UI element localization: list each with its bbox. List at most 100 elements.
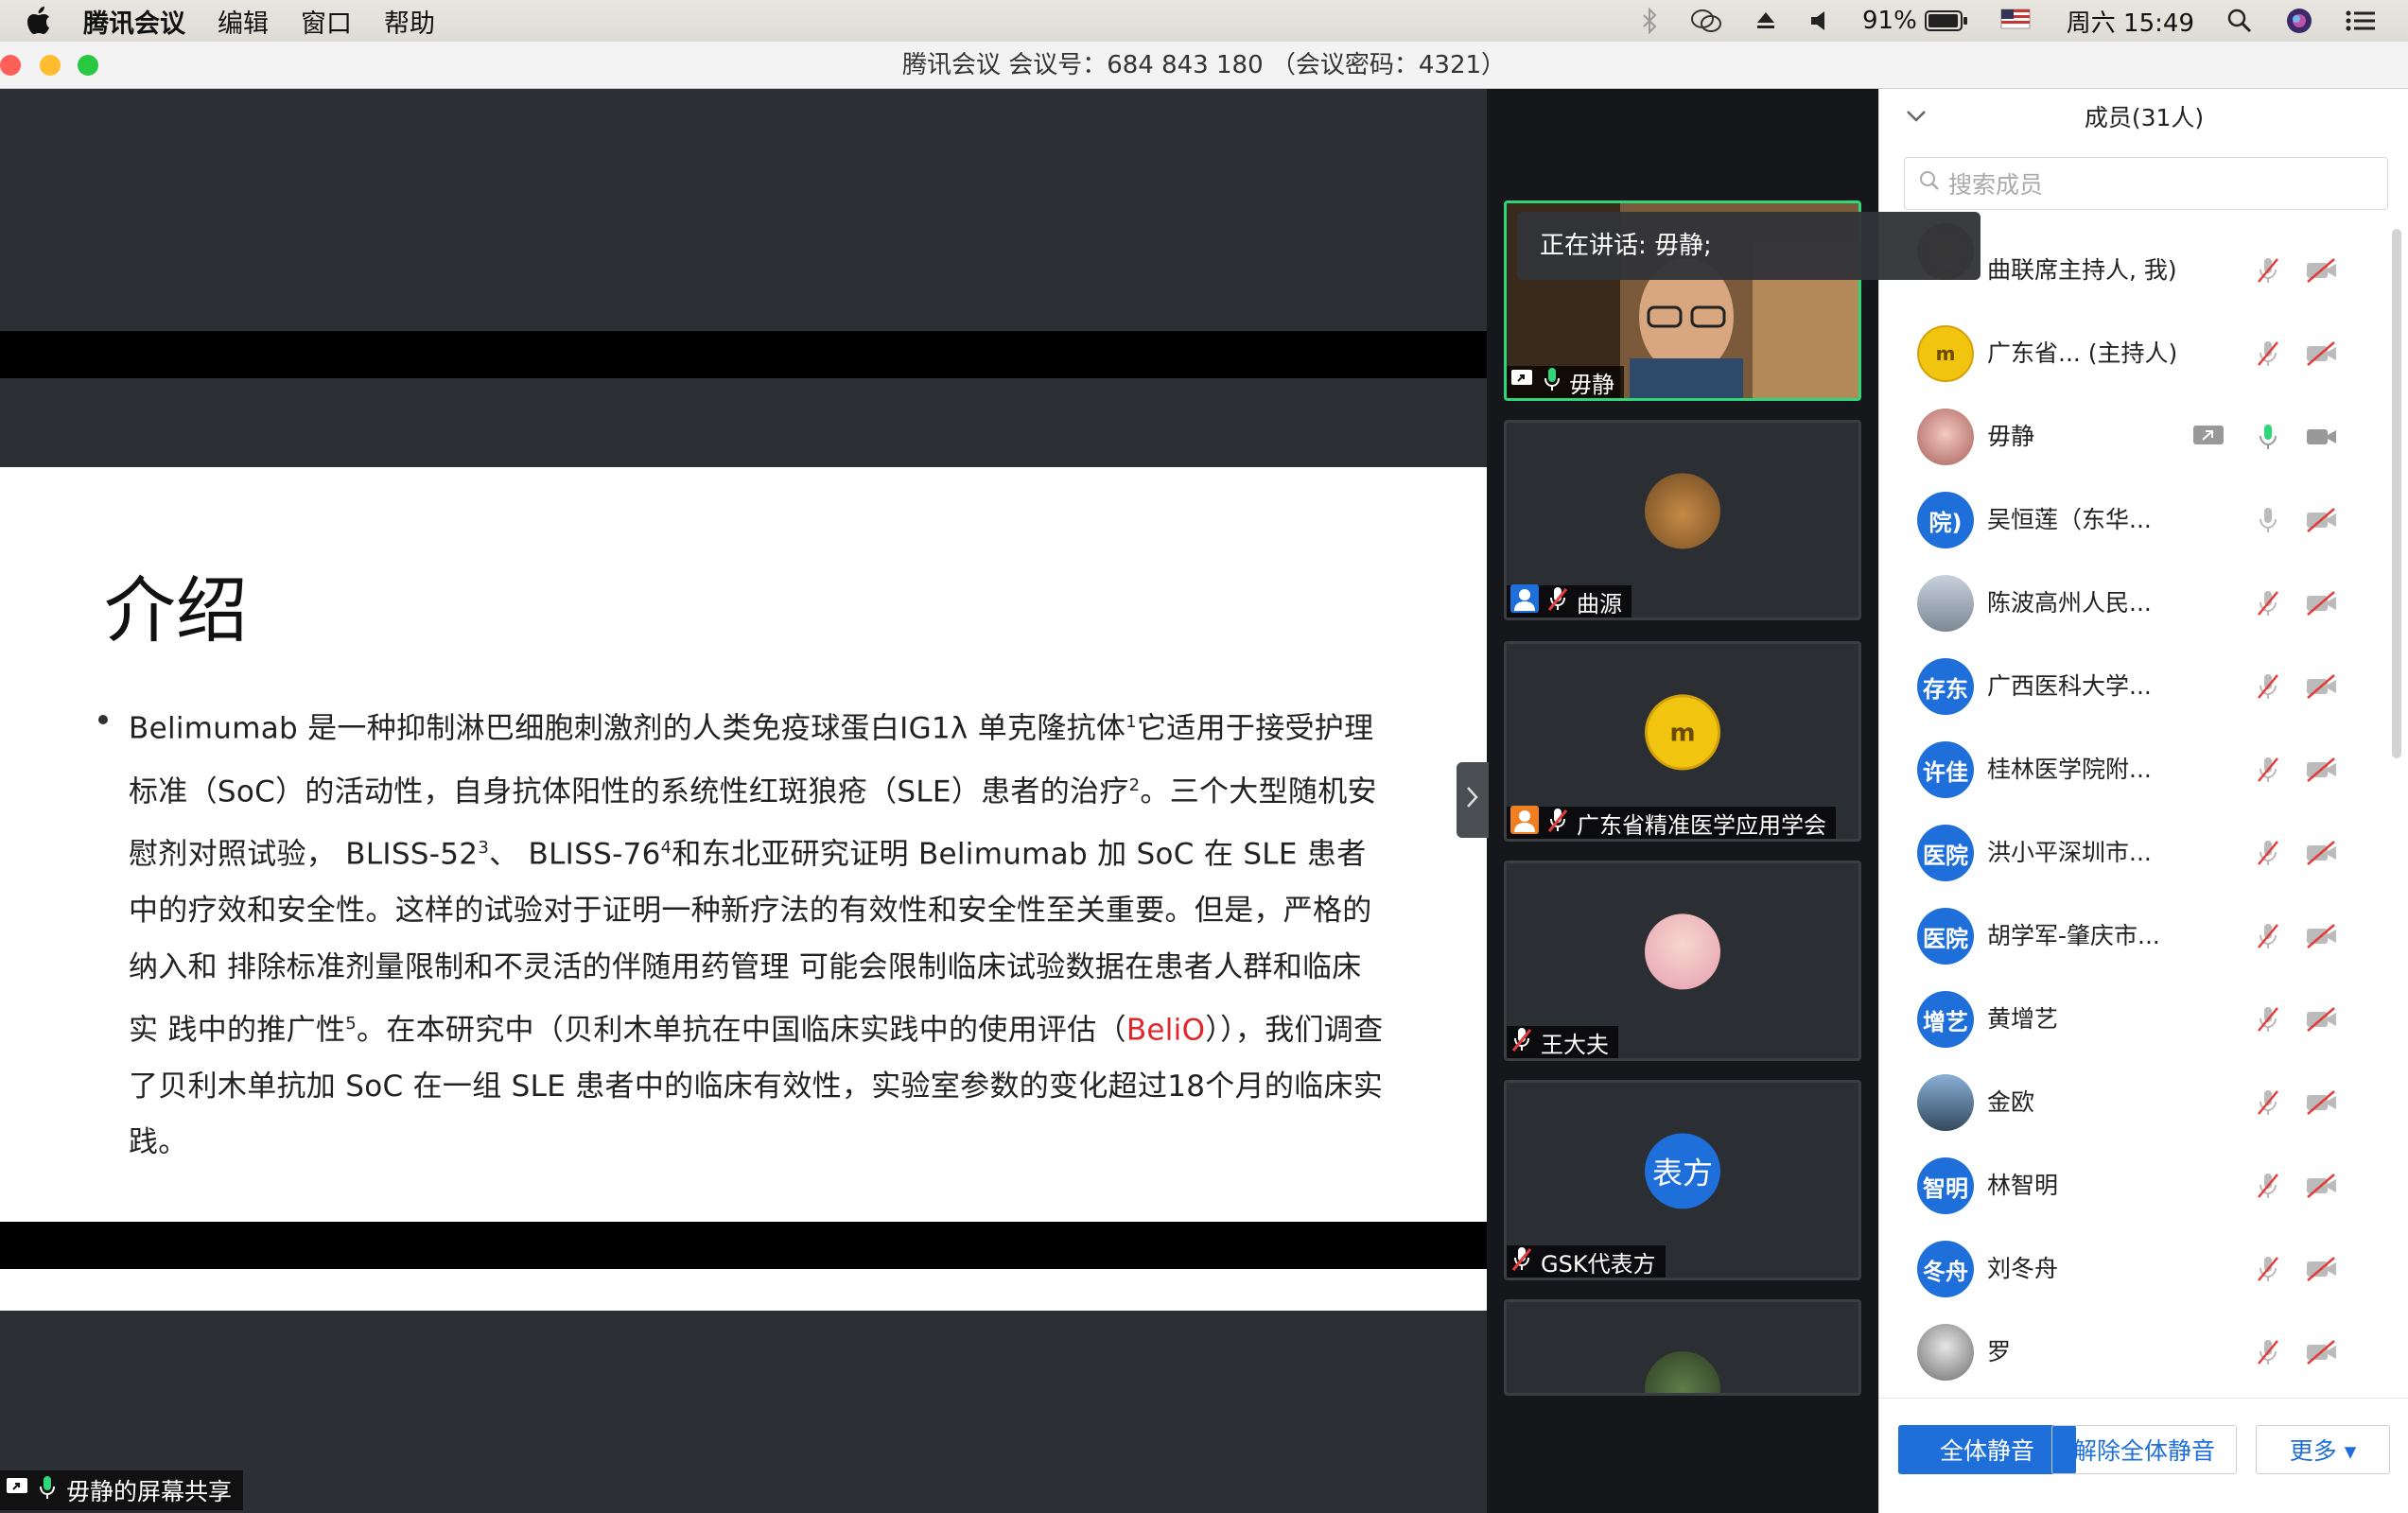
- list-item[interactable]: 毋静: [1879, 395, 2390, 478]
- list-item[interactable]: 陈波高州人民...: [1879, 562, 2390, 645]
- list-item[interactable]: 冬舟 刘冬舟: [1879, 1227, 2390, 1311]
- video-tile-participant[interactable]: m 广东省精准医学应用学会: [1504, 641, 1861, 842]
- shared-screen-area[interactable]: 介绍 Belimumab 是一种抑制淋巴细胞刺激剂的人类免疫球蛋白IG1λ 单克…: [0, 89, 1487, 1513]
- screen-share-icon: [2193, 426, 2224, 444]
- panel-title: 成员(31人): [2084, 104, 2205, 131]
- battery-percent: 91%: [1862, 7, 1917, 35]
- member-name: 曲联席主持人, 我): [1987, 256, 2177, 284]
- mic-muted-icon[interactable]: [2253, 671, 2283, 702]
- camera-off-icon[interactable]: [2305, 840, 2339, 866]
- bullet-dot: [98, 715, 108, 724]
- input-flag-icon[interactable]: [2000, 8, 2034, 34]
- member-avatar: 冬舟: [1917, 1241, 1974, 1297]
- list-item[interactable]: 院) 吴恒莲（东华...: [1879, 478, 2390, 562]
- unmute-all-button[interactable]: 解除全体静音: [2051, 1425, 2237, 1474]
- member-avatar: [1917, 1324, 1974, 1381]
- mic-muted-icon[interactable]: [2253, 1004, 2283, 1035]
- screen-share-icon: [1510, 368, 1535, 396]
- video-tile-participant[interactable]: 表方 GSK代表方: [1504, 1080, 1861, 1280]
- mic-muted-icon[interactable]: [2253, 255, 2283, 286]
- video-tile-label: 广东省精准医学应用学会: [1507, 806, 1836, 839]
- list-item[interactable]: 罗: [1879, 1311, 2390, 1394]
- list-item[interactable]: 医院 洪小平深圳市...: [1879, 811, 2390, 895]
- member-avatar: 智明: [1917, 1157, 1974, 1214]
- slide-letterbox-top: [0, 331, 1487, 378]
- screen-share-label-text: 毋静的屏幕共享: [66, 1478, 233, 1505]
- volume-icon[interactable]: [1809, 9, 1830, 32]
- list-item[interactable]: 许佳 桂林医学院附...: [1879, 728, 2390, 811]
- chevron-down-icon[interactable]: [1906, 102, 1927, 129]
- collapse-panel-button[interactable]: [1457, 762, 1489, 838]
- notification-center-icon[interactable]: [2346, 9, 2376, 32]
- camera-off-icon[interactable]: [2305, 257, 2339, 284]
- member-name: 黄增艺: [1987, 1005, 2059, 1033]
- apple-icon[interactable]: [26, 7, 51, 35]
- chevron-right-icon: [1465, 784, 1480, 817]
- list-item[interactable]: 医院 胡学军-肇庆市...: [1879, 895, 2390, 978]
- mic-on-icon[interactable]: [2253, 422, 2283, 452]
- clock[interactable]: 周六 15:49: [2067, 4, 2194, 39]
- member-avatar: [1917, 1074, 1974, 1131]
- speaking-indicator: 正在讲话: 毋静;: [1517, 212, 1980, 280]
- camera-off-icon[interactable]: [2305, 340, 2339, 367]
- camera-on-icon[interactable]: [2305, 424, 2339, 450]
- video-tile-participant[interactable]: 王大夫: [1504, 861, 1861, 1061]
- member-avatar: 院): [1917, 492, 1974, 548]
- member-avatar: 许佳: [1917, 741, 1974, 798]
- camera-off-icon[interactable]: [2305, 1089, 2339, 1116]
- mic-muted-icon[interactable]: [2253, 755, 2283, 785]
- member-name: 刘冬舟: [1987, 1255, 2059, 1282]
- members-panel: 成员(31人) 搜索成员 曲联席主持人, 我) m 广东省... (主持人) 毋…: [1878, 89, 2408, 1513]
- mic-muted-icon[interactable]: [2253, 1254, 2283, 1284]
- list-item[interactable]: 存东 广西医科大学...: [1879, 645, 2390, 728]
- member-list-scrollbar[interactable]: [2392, 229, 2401, 758]
- camera-off-icon[interactable]: [2305, 673, 2339, 700]
- mic-muted-icon[interactable]: [2253, 339, 2283, 369]
- member-avatar: 医院: [1917, 825, 1974, 881]
- list-item[interactable]: 智明 林智明: [1879, 1144, 2390, 1227]
- mute-all-button[interactable]: 全体静音: [1898, 1425, 2076, 1474]
- search-members-input[interactable]: 搜索成员: [1904, 157, 2388, 210]
- menu-help[interactable]: 帮助: [384, 3, 435, 40]
- camera-off-icon[interactable]: [2305, 1006, 2339, 1033]
- mic-muted-icon[interactable]: [2253, 1171, 2283, 1201]
- wechat-icon[interactable]: [1690, 8, 1722, 34]
- mic-muted-icon: [1510, 1026, 1533, 1058]
- member-list: 曲联席主持人, 我) m 广东省... (主持人) 毋静 院) 吴恒莲（东华..…: [1879, 223, 2390, 1394]
- member-name: 金欧: [1987, 1088, 2035, 1116]
- menu-window[interactable]: 窗口: [301, 3, 352, 40]
- camera-off-icon[interactable]: [2305, 923, 2339, 949]
- camera-off-icon[interactable]: [2305, 507, 2339, 533]
- camera-off-icon[interactable]: [2305, 1173, 2339, 1199]
- battery-icon[interactable]: [1924, 9, 1968, 32]
- menu-app-name[interactable]: 腾讯会议: [83, 3, 185, 40]
- bluetooth-icon[interactable]: [1641, 8, 1658, 34]
- camera-off-icon[interactable]: [2305, 756, 2339, 783]
- screen-share-icon: [6, 1476, 30, 1504]
- mic-muted-icon[interactable]: [2253, 921, 2283, 951]
- mic-idle-icon[interactable]: [2253, 505, 2283, 535]
- member-name: 胡学军-肇庆市...: [1987, 922, 2160, 949]
- video-tile-participant[interactable]: [1504, 1299, 1861, 1396]
- mic-muted-icon[interactable]: [2253, 588, 2283, 618]
- camera-off-icon[interactable]: [2305, 590, 2339, 617]
- mic-muted-icon[interactable]: [2253, 1087, 2283, 1118]
- siri-icon[interactable]: [2285, 7, 2313, 35]
- search-icon: [1918, 169, 1941, 198]
- eject-icon[interactable]: [1754, 9, 1777, 32]
- mic-muted-icon: [1546, 807, 1569, 839]
- menu-edit[interactable]: 编辑: [218, 3, 269, 40]
- video-tile-participant[interactable]: 曲源: [1504, 420, 1861, 620]
- mic-muted-icon[interactable]: [2253, 838, 2283, 868]
- panel-header: 成员(31人): [1879, 89, 2408, 144]
- mic-muted-icon[interactable]: [2253, 1337, 2283, 1367]
- camera-off-icon[interactable]: [2305, 1339, 2339, 1365]
- more-button[interactable]: 更多 ▾: [2256, 1425, 2390, 1474]
- list-item[interactable]: m 广东省... (主持人): [1879, 312, 2390, 395]
- list-item[interactable]: 增艺 黄增艺: [1879, 978, 2390, 1061]
- camera-off-icon[interactable]: [2305, 1256, 2339, 1282]
- list-item[interactable]: 金欧: [1879, 1061, 2390, 1144]
- spotlight-search-icon[interactable]: [2226, 8, 2253, 34]
- panel-footer: 全体静音 解除全体静音 更多 ▾: [1879, 1398, 2408, 1513]
- member-name: 广东省... (主持人): [1987, 339, 2178, 367]
